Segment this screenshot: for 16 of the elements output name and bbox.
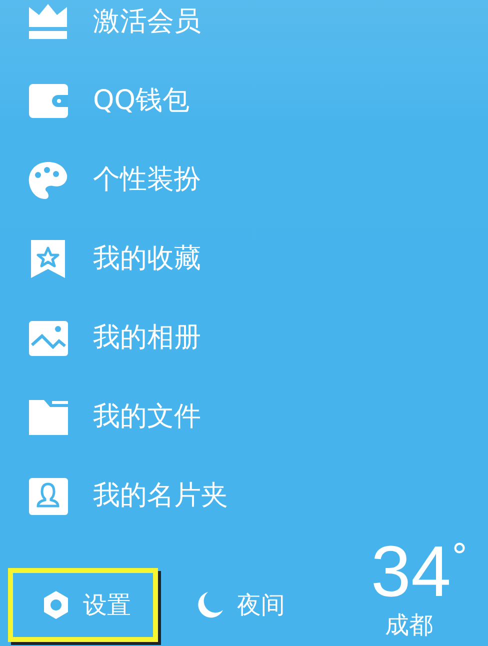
menu-item[interactable]: 激活会员 xyxy=(93,6,201,38)
city-name: 成都 xyxy=(384,610,433,640)
contact-card-icon xyxy=(27,475,69,517)
night-mode-button[interactable]: 夜间 xyxy=(162,568,312,642)
menu-item[interactable]: 我的收藏 xyxy=(93,243,201,275)
temperature: 34 xyxy=(370,540,451,604)
palette-icon xyxy=(27,159,69,201)
menu-item[interactable]: 我的相册 xyxy=(93,322,201,354)
menu-item[interactable]: 个性装扮 xyxy=(93,164,201,196)
menu-item[interactable]: 我的名片夹 xyxy=(93,480,228,512)
moon-icon xyxy=(195,590,225,620)
menu-item[interactable]: 我的文件 xyxy=(93,401,201,433)
settings-icon xyxy=(41,590,71,620)
menu-item[interactable]: QQ钱包 xyxy=(93,85,190,117)
settings-button[interactable]: 设置 xyxy=(8,568,158,642)
degree-unit: ° xyxy=(451,540,468,574)
